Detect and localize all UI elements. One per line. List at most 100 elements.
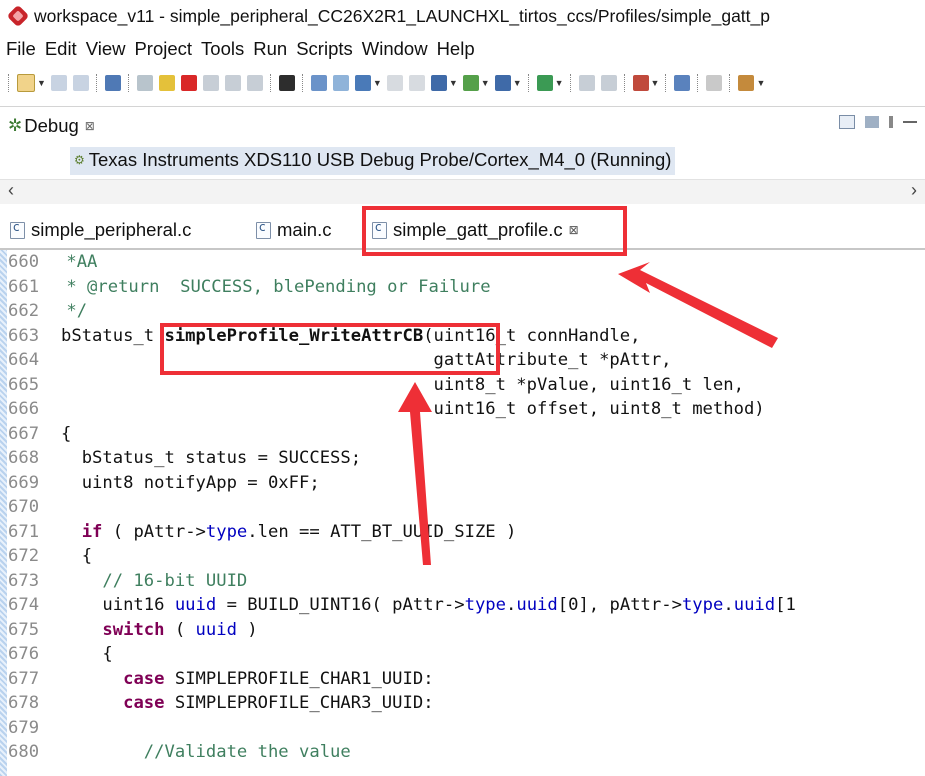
run-icon[interactable] — [462, 75, 479, 91]
menu-bar: File Edit View Project Tools Run Scripts… — [0, 34, 484, 64]
code-text: * @return SUCCESS, blePending or Failure — [56, 276, 491, 297]
c-file-icon — [372, 220, 387, 239]
minimize-icon[interactable] — [903, 121, 917, 123]
view-menu-icon[interactable] — [889, 116, 893, 128]
watch-icon[interactable] — [408, 75, 425, 91]
menu-run[interactable]: Run — [253, 38, 287, 60]
main-toolbar: ▼ ▼ ▼ ▼ ▼ ▼ ▼ ▼ — [0, 66, 925, 100]
load-icon[interactable] — [354, 75, 371, 91]
code-text: bStatus_t status = SUCCESS; — [61, 448, 362, 468]
dropdown-arrow-icon[interactable]: ▼ — [756, 78, 765, 88]
menu-file[interactable]: File — [6, 38, 36, 60]
line-number: 675 — [8, 619, 40, 640]
menu-help[interactable]: Help — [437, 38, 475, 60]
step-asm-icon[interactable] — [578, 75, 595, 91]
step-return-icon[interactable] — [246, 75, 263, 91]
editor-gutter — [0, 250, 7, 776]
c-file-icon — [256, 220, 271, 239]
dropdown-arrow-icon[interactable]: ▼ — [513, 78, 522, 88]
tab-simple-gatt-profile[interactable]: simple_gatt_profile.c ⊠ — [372, 216, 579, 244]
suspend-icon[interactable] — [158, 75, 175, 91]
line-number: 674 — [8, 595, 40, 615]
scroll-left-icon[interactable]: ‹ — [8, 180, 14, 201]
debug-config-icon[interactable] — [536, 75, 553, 91]
line-number: 664 — [8, 350, 40, 370]
remove-terminated-icon[interactable] — [865, 116, 879, 128]
menu-project[interactable]: Project — [134, 38, 192, 60]
debug-view-tab[interactable]: ✲ Debug ⊠ — [8, 115, 95, 137]
search-icon[interactable] — [674, 75, 691, 91]
debug-target-item[interactable]: ⚙ Texas Instruments XDS110 USB Debug Pro… — [70, 147, 676, 175]
dropdown-arrow-icon[interactable]: ▼ — [449, 78, 458, 88]
grid-icon[interactable] — [278, 75, 295, 91]
line-number: 668 — [8, 448, 40, 468]
flash-icon[interactable] — [494, 75, 511, 91]
horizontal-scrollbar[interactable]: ‹ › — [0, 179, 925, 204]
menu-scripts[interactable]: Scripts — [296, 38, 353, 60]
close-icon[interactable]: ⊠ — [85, 119, 95, 133]
terminate-icon[interactable] — [180, 75, 197, 91]
code-text: uint16 uuid = BUILD_UINT16( pAttr->type.… — [61, 595, 796, 615]
memory-icon[interactable] — [310, 75, 327, 91]
code-text: uint8_t *pValue, uint16_t len, — [61, 374, 744, 395]
code-editor[interactable]: 660 *AA 661 * @return SUCCESS, blePending… — [0, 250, 925, 776]
edit-icon[interactable] — [738, 75, 755, 91]
window-title: workspace_v11 - simple_peripheral_CC26X2… — [34, 5, 770, 26]
line-number: 666 — [8, 399, 40, 419]
collapse-all-icon[interactable] — [839, 115, 855, 129]
dropdown-arrow-icon[interactable]: ▼ — [555, 78, 564, 88]
dropdown-arrow-icon[interactable]: ▼ — [481, 78, 490, 88]
menu-window[interactable]: Window — [362, 38, 428, 60]
line-number: 678 — [8, 693, 40, 713]
tab-label: main.c — [277, 219, 332, 240]
line-number: 673 — [8, 570, 40, 591]
code-text: { — [61, 644, 113, 664]
debug-bug-icon: ✲ — [8, 116, 23, 135]
menu-tools[interactable]: Tools — [201, 38, 244, 60]
debug-view-title: Debug — [24, 115, 79, 136]
code-text: case SIMPLEPROFILE_CHAR1_UUID: — [123, 668, 434, 689]
code-text: uint16_t offset, uint8_t method) — [61, 399, 765, 419]
dropdown-arrow-icon[interactable]: ▼ — [373, 78, 382, 88]
code-text: { — [61, 423, 72, 444]
tab-label: simple_peripheral.c — [31, 219, 192, 240]
menu-view[interactable]: View — [86, 38, 126, 60]
debug-target-label: Texas Instruments XDS110 USB Debug Probe… — [88, 149, 672, 170]
step-into-icon[interactable] — [202, 75, 219, 91]
line-number: 679 — [8, 717, 40, 738]
code-text: { — [61, 546, 93, 566]
step-over-icon[interactable] — [224, 75, 241, 91]
tab-label: simple_gatt_profile.c — [393, 219, 563, 240]
save-all-icon[interactable] — [72, 75, 89, 91]
code-text: // 16-bit UUID — [61, 570, 248, 591]
tools-icon[interactable] — [632, 75, 649, 91]
line-number: 671 — [8, 521, 40, 542]
connect-icon[interactable] — [332, 75, 349, 91]
save-icon[interactable] — [50, 75, 67, 91]
breakpoint-icon[interactable] — [386, 75, 403, 91]
step-over-asm-icon[interactable] — [600, 75, 617, 91]
resume-icon[interactable] — [136, 75, 153, 91]
line-number: 662 — [8, 301, 40, 321]
tab-simple-peripheral[interactable]: simple_peripheral.c — [10, 216, 191, 244]
probe-icon: ⚙ — [74, 153, 85, 167]
line-number: 670 — [8, 497, 40, 517]
line-number: 661 — [8, 276, 40, 297]
dropdown-arrow-icon[interactable]: ▼ — [651, 78, 660, 88]
line-number: 665 — [8, 374, 40, 395]
scroll-right-icon[interactable]: › — [911, 180, 917, 201]
line-number: 669 — [8, 472, 40, 493]
code-text: */ — [56, 301, 88, 321]
code-text: gattAttribute_t *pAttr, — [61, 350, 672, 370]
new-icon[interactable] — [17, 74, 35, 92]
dropdown-arrow-icon[interactable]: ▼ — [37, 78, 46, 88]
line-number: 660 — [8, 252, 40, 272]
debug-view-icon[interactable] — [104, 75, 121, 91]
build-icon[interactable] — [430, 75, 447, 91]
tab-main[interactable]: main.c — [256, 216, 332, 244]
console-icon[interactable] — [706, 75, 723, 91]
line-number: 680 — [8, 742, 40, 762]
line-number: 676 — [8, 644, 40, 664]
menu-edit[interactable]: Edit — [45, 38, 77, 60]
close-icon[interactable]: ⊠ — [569, 223, 579, 237]
